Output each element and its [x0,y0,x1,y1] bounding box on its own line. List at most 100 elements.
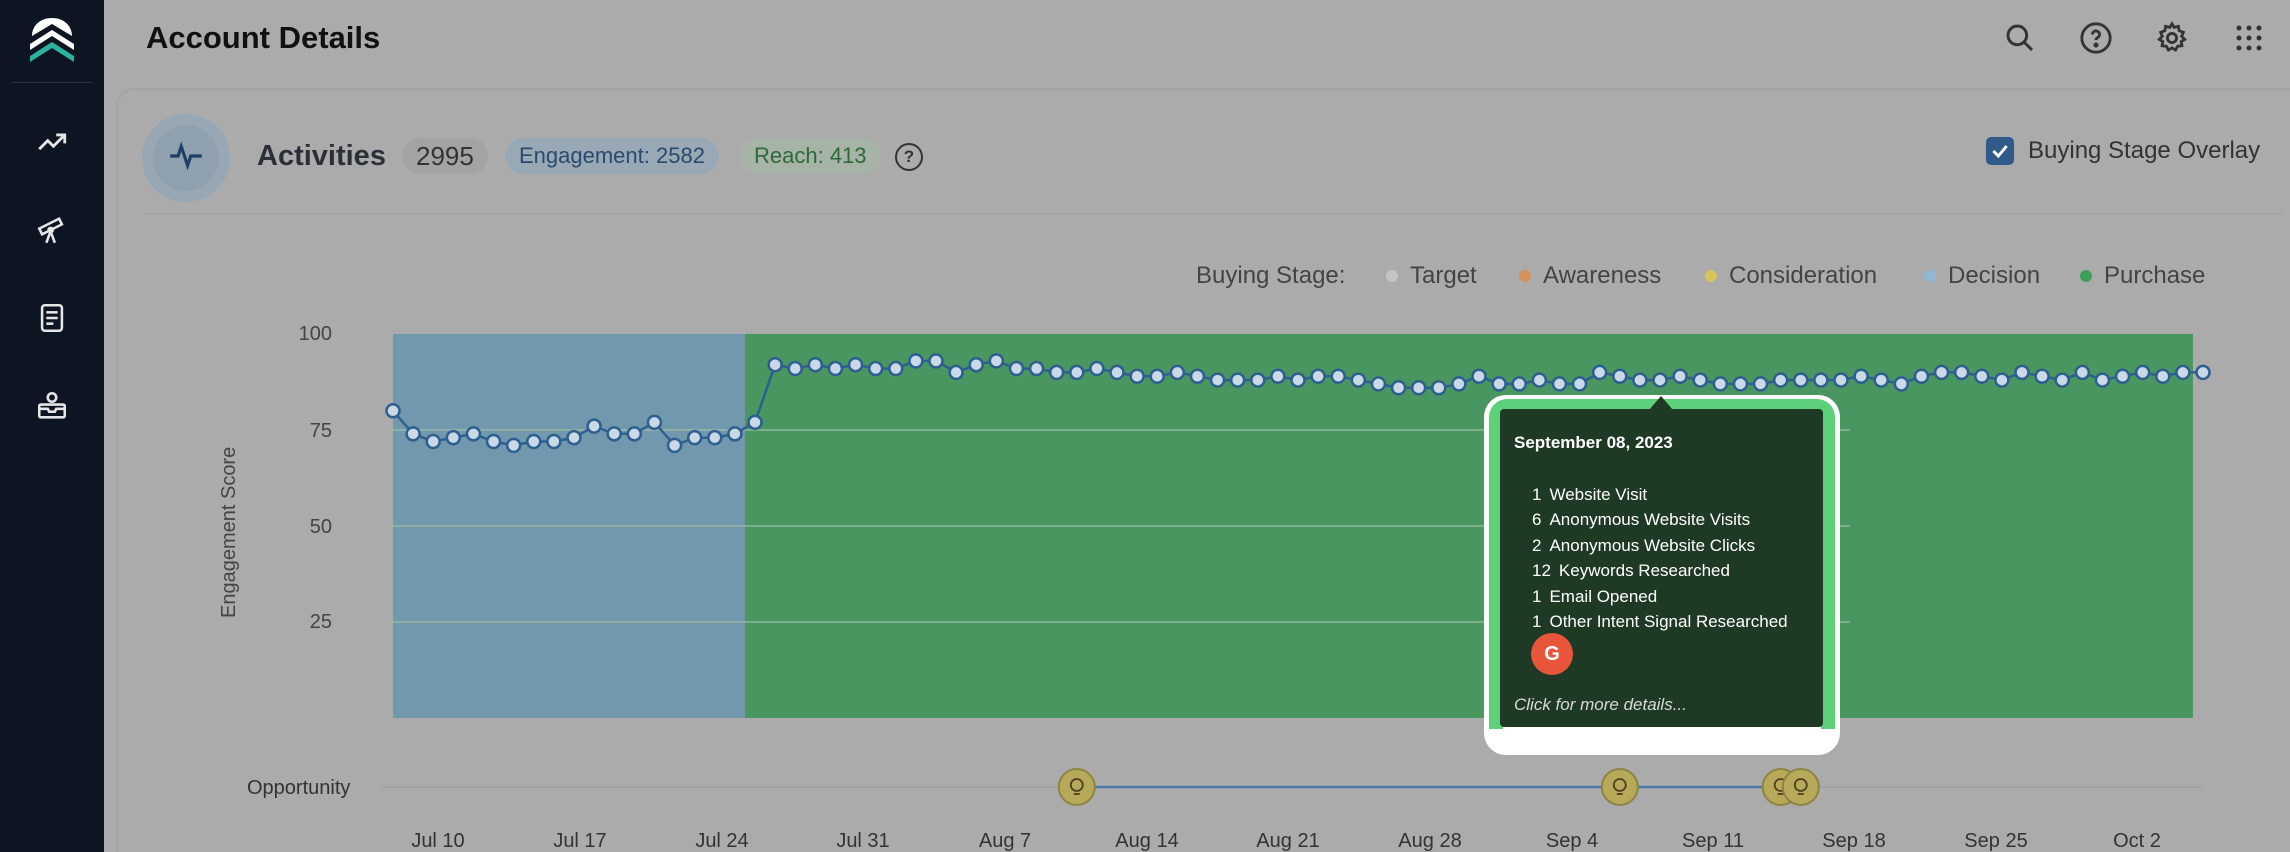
tooltip-more-details-link[interactable]: Click for more details... [1514,695,1687,715]
data-point [626,426,643,442]
data-point [867,360,884,377]
data-point [2175,364,2191,381]
data-point [948,364,964,381]
x-tick-label: Aug 14 [1115,830,1179,852]
data-point [908,353,924,369]
data-point [847,356,864,373]
data-point [1189,368,1206,384]
data-point [1772,372,1789,388]
data-point [1471,368,1487,384]
data-point [2014,364,2030,381]
data-point [1089,360,1105,377]
x-tick-label: Sep 25 [1964,830,2028,852]
data-point [526,433,542,450]
data-point [1873,372,1889,388]
data-point [1793,372,1809,388]
data-point [727,426,743,442]
data-point [2155,368,2171,384]
x-tick-label: Sep 4 [1545,830,1599,852]
data-point [2114,368,2131,384]
data-point [1692,372,1708,388]
tooltip-row: 1 Website Visit [1532,485,1648,504]
x-tick-label: Jul 17 [553,830,607,852]
data-point [1290,372,1306,388]
data-point [2054,372,2070,388]
opportunity-marker [1781,768,1820,806]
tooltip-row: 6 Anonymous Website Visits [1532,510,1751,529]
x-tick-label: Aug 28 [1398,830,1462,852]
data-point [385,403,401,419]
data-point [1913,368,1930,384]
x-tick-label: Sep 18 [1822,830,1886,852]
x-tick-label: Jul 24 [695,830,749,852]
data-point [1591,364,1608,381]
data-point [666,437,683,454]
data-point [1933,364,1950,381]
data-point [1652,372,1668,388]
data-point [1229,372,1246,388]
data-point [1390,380,1407,396]
data-point [1431,380,1447,396]
tooltip-arrow [1649,396,1673,410]
data-point [686,429,703,446]
data-point [405,426,421,442]
data-point [1350,372,1367,388]
data-point [1994,372,2010,388]
x-tick-label: Aug 7 [978,830,1032,852]
data-point [827,360,844,377]
data-point [1551,376,1568,392]
data-point [1149,368,1165,384]
data-point [888,360,904,377]
data-point [1571,376,1588,392]
opportunity-label: Opportunity [247,777,351,799]
opportunity-marker [1057,768,1096,806]
engagement-chart [382,334,2211,806]
data-point [1612,368,1628,384]
data-point [505,437,522,454]
data-point [1491,376,1507,392]
data-point [546,433,562,450]
x-tick-label: Oct 2 [2113,830,2161,852]
data-point [928,353,944,369]
data-point [646,414,663,431]
data-point [1974,368,1990,384]
data-point [1008,360,1025,377]
data-point [988,353,1005,369]
x-tick-label: Sep 11 [1682,830,1744,852]
data-point [586,418,602,434]
data-point [1370,376,1387,392]
data-point [2094,372,2111,388]
data-point [707,429,723,446]
data-point [1330,368,1346,384]
data-point [1028,360,1045,377]
data-point [787,360,803,377]
data-point [1712,376,1729,392]
data-point [1953,364,1970,381]
data-point [2195,364,2211,381]
x-tick-label: Jul 31 [836,830,890,852]
tooltip-row: 1 Email Opened [1532,587,1658,606]
data-point [1270,368,1286,384]
data-point [747,414,763,431]
data-point [2134,364,2151,381]
data-point [1410,380,1427,396]
x-tick-label: Aug 21 [1256,830,1320,852]
data-point [2074,364,2091,381]
data-point [445,429,462,446]
opportunity-marker [1600,768,1639,806]
data-point [1109,364,1125,381]
data-point [1893,376,1910,392]
data-point [1250,372,1266,388]
data-point [1310,368,1326,384]
data-point [968,356,984,373]
x-tick-label: Jul 10 [411,830,465,852]
data-point [1752,376,1769,392]
data-point [425,433,441,450]
tooltip-row: 12 Keywords Researched [1532,561,1730,580]
data-point [1511,376,1527,392]
data-point [767,356,783,373]
data-point [465,426,482,442]
data-point [566,429,582,446]
data-point [1632,372,1648,388]
g2-logo-icon: G [1531,633,1573,675]
